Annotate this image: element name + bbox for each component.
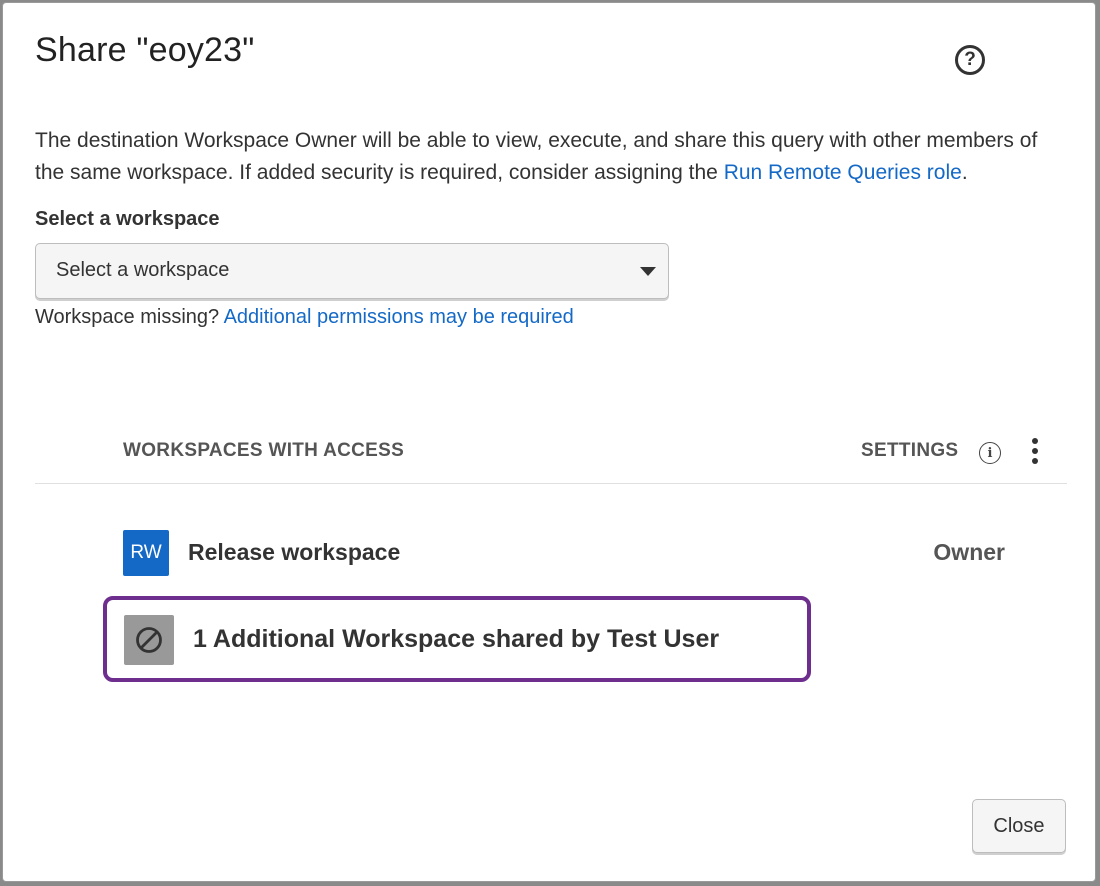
workspace-avatar: RW: [123, 530, 169, 576]
workspace-missing-text: Workspace missing?: [35, 306, 220, 328]
info-icon[interactable]: i: [979, 442, 1001, 464]
workspace-row-release: RW Release workspace Owner: [123, 529, 1013, 579]
workspace-name: Release workspace: [188, 539, 401, 565]
access-table-header: WORKSPACES WITH ACCESS SETTINGS i: [35, 425, 1067, 484]
run-remote-queries-link[interactable]: Run Remote Queries role: [724, 161, 962, 184]
workspace-select-value: Select a workspace: [56, 259, 230, 281]
additional-workspaces-text: 1 Additional Workspace shared by Test Us…: [193, 625, 720, 653]
dialog-description: The destination Workspace Owner will be …: [35, 125, 1065, 189]
description-suffix: .: [961, 161, 968, 184]
additional-workspaces-row: 1 Additional Workspace shared by Test Us…: [103, 596, 811, 682]
more-options-icon[interactable]: [1025, 437, 1045, 465]
share-dialog: Share "eoy23" ? The destination Workspac…: [2, 2, 1096, 882]
additional-permissions-link[interactable]: Additional permissions may be required: [224, 306, 574, 328]
workspace-role: Owner: [933, 539, 1005, 565]
workspaces-with-access-header: WORKSPACES WITH ACCESS: [123, 440, 405, 461]
caret-down-icon: [640, 267, 656, 276]
help-icon[interactable]: ?: [955, 45, 985, 75]
dialog-title: Share "eoy23": [35, 31, 255, 69]
workspace-missing-note: Workspace missing? Additional permission…: [35, 306, 574, 329]
workspace-select-label: Select a workspace: [35, 208, 220, 230]
close-button[interactable]: Close: [972, 799, 1066, 853]
settings-header: SETTINGS: [861, 440, 959, 461]
blocked-icon: [124, 615, 174, 665]
workspace-select[interactable]: Select a workspace: [35, 243, 669, 299]
